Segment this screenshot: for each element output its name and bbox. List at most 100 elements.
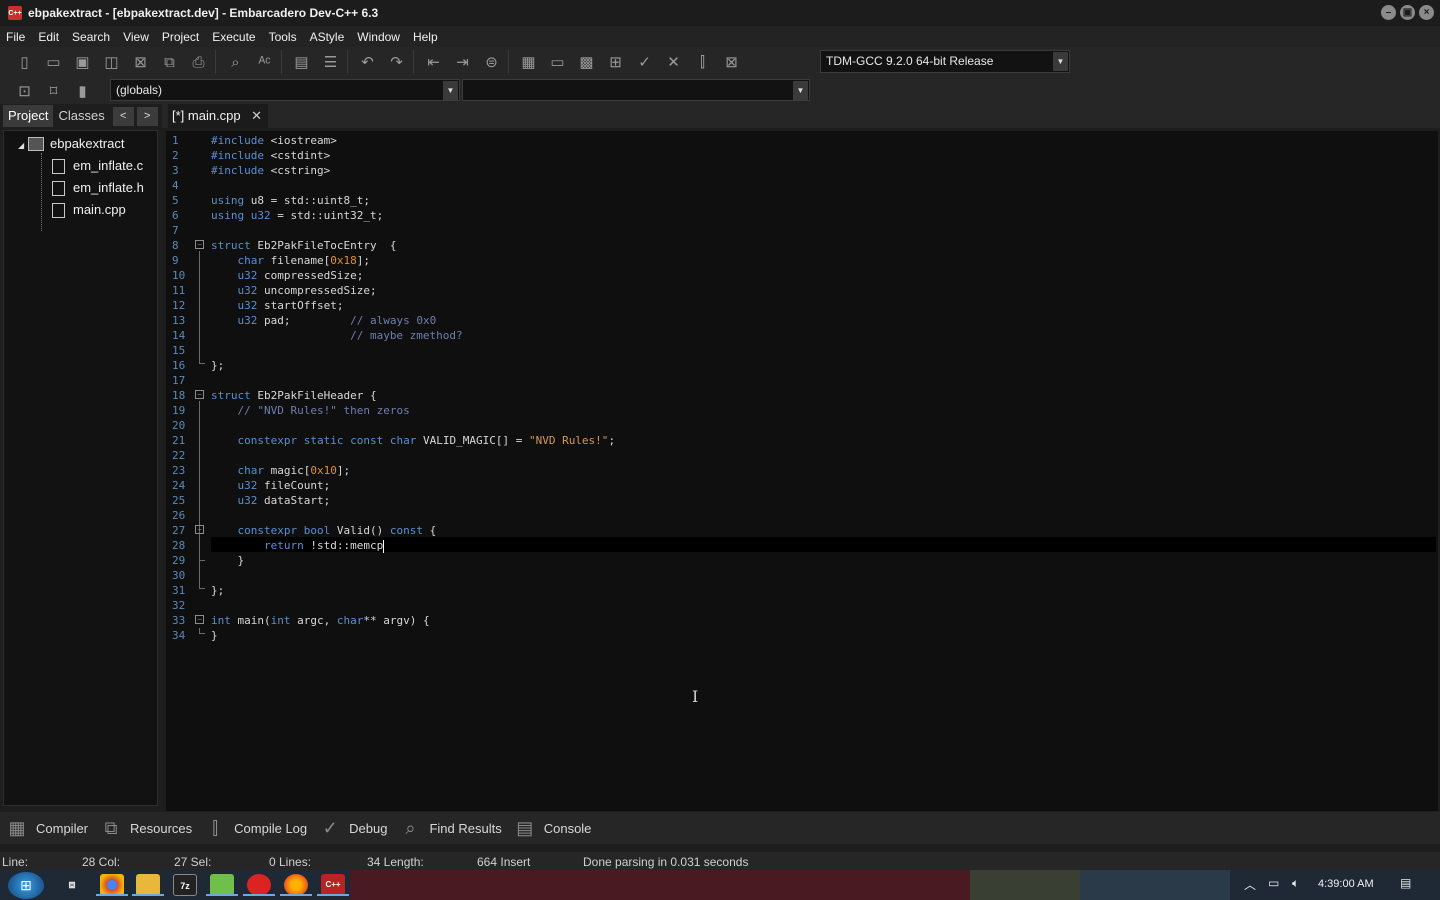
check-syntax-icon[interactable]: ✓ — [630, 50, 659, 74]
tab-project[interactable]: Project — [3, 105, 54, 127]
devcpp-task-icon[interactable]: C++ — [317, 874, 349, 896]
menu-execute[interactable]: Execute — [207, 30, 263, 44]
tree-file-main-cpp[interactable]: main.cpp — [52, 200, 126, 220]
menu-file[interactable]: File — [1, 30, 33, 44]
volume-icon[interactable]: 🔈︎ — [1292, 876, 1299, 891]
collapse-icon[interactable]: ◢ — [18, 141, 24, 150]
undo-icon[interactable]: ↶ — [353, 50, 382, 74]
close-button[interactable]: × — [1419, 5, 1434, 20]
menu-help[interactable]: Help — [408, 30, 446, 44]
function-select[interactable]: ▼ — [462, 79, 810, 101]
compile-icon[interactable]: ▦ — [514, 50, 543, 74]
code-editor[interactable]: 1 2 3 4 5 6 7 8 9 10 11 12 13 14 15 16 17 18 19 20 21 22 23 24 2… — [166, 131, 1438, 811]
code-line[interactable]: u32 dataStart; — [211, 493, 331, 508]
code-line[interactable]: // "NVD Rules!" then zeros — [211, 403, 410, 418]
run-icon[interactable]: ▭ — [543, 50, 572, 74]
tab-main-cpp[interactable]: [*] main.cpp ✕ — [168, 104, 268, 128]
insert-code-icon[interactable]: ⊡ — [10, 79, 39, 103]
goto-bookmark-icon[interactable]: ▮ — [68, 79, 97, 103]
menu-project[interactable]: Project — [157, 30, 207, 44]
tree-file-em-inflate-c[interactable]: em_inflate.c — [52, 156, 143, 176]
tab-resources[interactable]: ⧉ Resources — [98, 815, 193, 841]
code-line[interactable]: } — [211, 553, 244, 568]
code-line[interactable]: struct Eb2PakFileHeader { — [211, 388, 377, 403]
start-button[interactable]: ⊞ — [8, 872, 44, 899]
firefox-icon[interactable] — [280, 874, 312, 896]
menu-view[interactable]: View — [118, 30, 157, 44]
tab-debug[interactable]: ✓ Debug — [317, 815, 388, 841]
compiler-select[interactable]: TDM-GCC 9.2.0 64-bit Release ▼ — [820, 50, 1070, 73]
code-line[interactable]: return !std::memcp — [211, 538, 385, 553]
tree-file-em-inflate-h[interactable]: em_inflate.h — [52, 178, 144, 198]
tree-project-node[interactable]: ebpakextract — [28, 134, 124, 154]
indent-icon[interactable]: ▤ — [287, 50, 316, 74]
code-line[interactable]: #include <cstring> — [211, 163, 330, 178]
close-all-icon[interactable]: ⧉ — [155, 50, 184, 74]
fold-toggle-icon[interactable]: − — [195, 240, 204, 249]
save-all-icon[interactable]: ◫ — [97, 50, 126, 74]
network-icon[interactable]: ▭ — [1268, 876, 1279, 890]
unindent-icon[interactable]: ☰ — [316, 50, 345, 74]
menu-window[interactable]: Window — [352, 30, 408, 44]
toggle-bookmark-icon[interactable]: ⌑ — [39, 79, 68, 103]
red-app-icon[interactable] — [243, 874, 275, 896]
7zip-icon[interactable]: 7z — [173, 874, 197, 896]
delete-profile-icon[interactable]: ⊠ — [717, 50, 746, 74]
profile-icon[interactable]: ⫿ — [688, 50, 717, 74]
fold-toggle-icon[interactable]: − — [195, 615, 204, 624]
chevron-down-icon[interactable]: ▼ — [1053, 52, 1068, 71]
scope-select[interactable]: (globals) ▼ — [110, 79, 460, 101]
code-line[interactable]: u32 uncompressedSize; — [211, 283, 377, 298]
fold-toggle-icon[interactable]: − — [195, 390, 204, 399]
menu-search[interactable]: Search — [67, 30, 118, 44]
new-file-icon[interactable]: ▯ — [10, 50, 39, 74]
close-icon[interactable]: ✕ — [251, 104, 262, 128]
code-line[interactable]: }; — [211, 583, 224, 598]
open-file-icon[interactable]: ▭ — [39, 50, 68, 74]
code-line[interactable]: constexpr static const char VALID_MAGIC[… — [211, 433, 616, 448]
notepad-plus-icon[interactable] — [206, 874, 238, 896]
save-icon[interactable]: ▣ — [68, 50, 97, 74]
code-line[interactable]: u32 pad; // always 0x0 — [211, 313, 437, 328]
code-line[interactable]: struct Eb2PakFileTocEntry { — [211, 238, 396, 253]
code-line[interactable]: u32 compressedSize; — [211, 268, 364, 283]
code-line[interactable]: }; — [211, 358, 224, 373]
tab-console[interactable]: ▤ Console — [512, 815, 591, 841]
code-line[interactable]: using u8 = std::uint8_t; — [211, 193, 370, 208]
notification-icon[interactable]: ▤ — [1400, 876, 1411, 890]
tab-find-results[interactable]: ⌕ Find Results — [397, 815, 501, 841]
code-line[interactable]: #include <iostream> — [211, 133, 337, 148]
chevron-left-icon[interactable]: < — [112, 106, 134, 126]
code-line[interactable]: int main(int argc, char** argv) { — [211, 613, 430, 628]
menu-edit[interactable]: Edit — [33, 30, 67, 44]
code-line[interactable]: char filename[0x18]; — [211, 253, 370, 268]
remove-project-icon[interactable]: ⇥ — [448, 50, 477, 74]
chevron-down-icon[interactable]: ▼ — [443, 81, 458, 100]
new-project-icon[interactable]: ⇤ — [419, 50, 448, 74]
code-line[interactable]: char magic[0x10]; — [211, 463, 351, 478]
chevron-up-icon[interactable]: ︿ — [1244, 876, 1256, 893]
fold-toggle-icon[interactable]: − — [195, 525, 204, 534]
compile-run-icon[interactable]: ▩ — [572, 50, 601, 74]
code-line[interactable]: // maybe zmethod? — [211, 328, 463, 343]
code-line[interactable]: constexpr bool Valid() const { — [211, 523, 437, 538]
redo-icon[interactable]: ↷ — [382, 50, 411, 74]
bookmark-icon[interactable]: ⊜ — [477, 50, 506, 74]
file-explorer-icon[interactable] — [132, 874, 164, 896]
clock[interactable]: 4:39:00 AM — [1318, 878, 1374, 890]
stop-icon[interactable]: ✕ — [659, 50, 688, 74]
rebuild-icon[interactable]: ⊞ — [601, 50, 630, 74]
code-line[interactable]: using u32 = std::uint32_t; — [211, 208, 383, 223]
code-line[interactable]: u32 startOffset; — [211, 298, 344, 313]
tab-compiler[interactable]: ▦ Compiler — [4, 815, 88, 841]
menu-astyle[interactable]: AStyle — [305, 30, 353, 44]
chevron-right-icon[interactable]: > — [136, 106, 158, 126]
find-icon[interactable]: ⌕ — [221, 50, 250, 74]
chevron-down-icon[interactable]: ▼ — [793, 81, 808, 100]
code-line[interactable]: } — [211, 628, 218, 643]
restore-button[interactable]: ▣ — [1400, 5, 1415, 20]
code-line[interactable]: #include <cstdint> — [211, 148, 330, 163]
minimize-button[interactable]: – — [1381, 5, 1396, 20]
menu-tools[interactable]: Tools — [264, 30, 305, 44]
print-icon[interactable]: ⎙ — [184, 50, 213, 74]
